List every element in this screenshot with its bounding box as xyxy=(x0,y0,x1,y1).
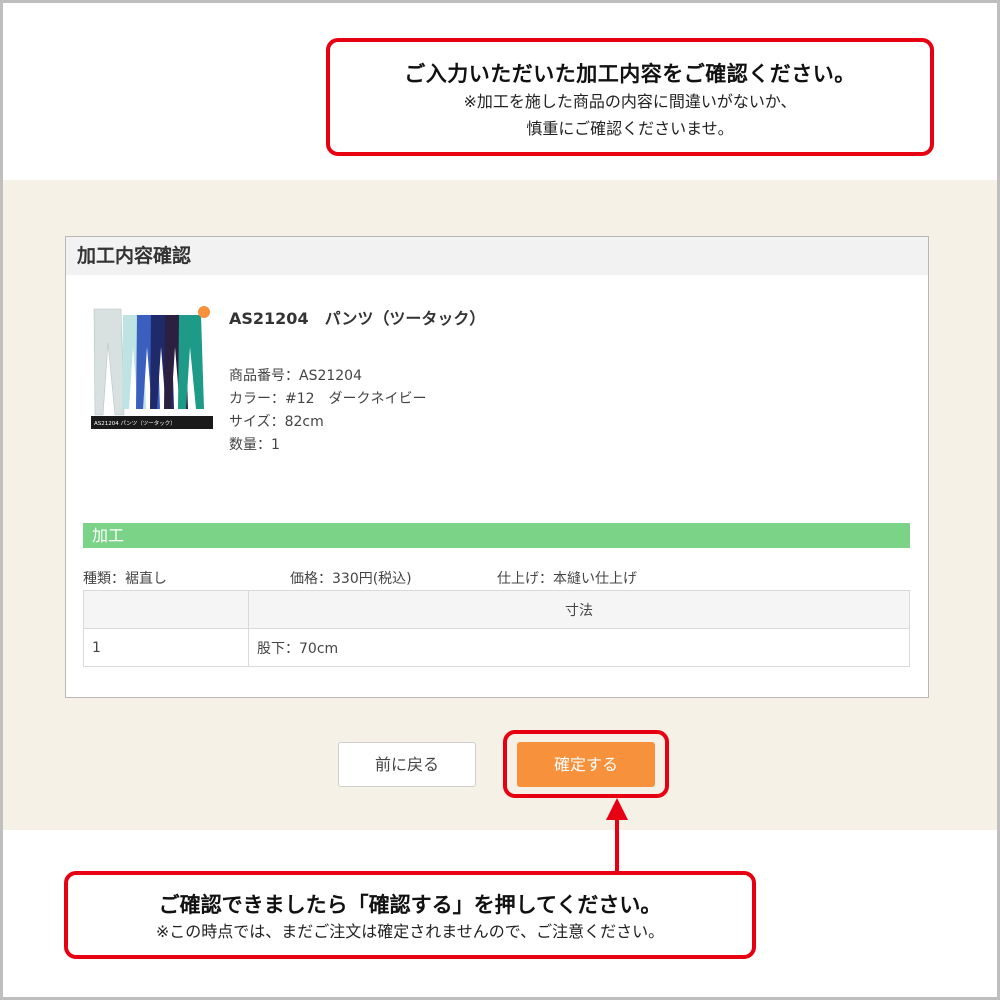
table-header-row: 寸法 xyxy=(83,590,910,629)
callout-bottom-title: ご確認できましたら「確認する」を押してください。 xyxy=(158,893,662,917)
product-image-caption: AS21204 パンツ（ツータック） xyxy=(94,419,176,427)
processing-confirm-panel: 加工内容確認 AS21204 パンツ（ツータック） AS21204 パンツ（ツー… xyxy=(65,236,929,698)
instruction-callout-bottom: ご確認できましたら「確認する」を押してください。 ※この時点では、まだご注文は確… xyxy=(64,871,756,959)
arrow-up-icon xyxy=(606,798,628,820)
product-number: 商品番号：AS21204 xyxy=(229,368,362,384)
product-info: 商品番号：AS21204 カラー：#12 ダークネイビー サイズ：82cm 数量… xyxy=(229,365,427,457)
processing-price: 価格：330円(税込) xyxy=(290,571,412,587)
confirm-button[interactable]: 確定する xyxy=(517,742,655,787)
processing-finish: 仕上げ：本縫い仕上げ xyxy=(497,571,637,587)
table-row: 1 股下：70cm xyxy=(83,628,910,667)
product-thumbnail: AS21204 パンツ（ツータック） xyxy=(91,303,213,429)
back-button[interactable]: 前に戻る xyxy=(338,742,476,787)
product-name: AS21204 パンツ（ツータック） xyxy=(229,309,486,328)
product-size: サイズ：82cm xyxy=(229,414,324,430)
callout-top-line2: 慎重にご確認くださいませ。 xyxy=(526,119,734,138)
table-cell-value: 股下：70cm xyxy=(248,628,910,667)
table-header-dimension: 寸法 xyxy=(248,590,910,629)
product-quantity: 数量：1 xyxy=(229,437,280,453)
table-header-empty xyxy=(83,590,249,629)
processing-type: 種類：裾直し xyxy=(83,571,167,587)
product-color: カラー：#12 ダークネイビー xyxy=(229,391,427,407)
table-cell-no: 1 xyxy=(83,628,249,667)
panel-title: 加工内容確認 xyxy=(66,237,928,275)
callout-top-line1: ※加工を施した商品の内容に間違いがないか、 xyxy=(463,92,797,111)
callout-top-title: ご入力いただいた加工内容をご確認ください。 xyxy=(404,62,856,86)
dimension-table: 寸法 1 股下：70cm xyxy=(83,590,910,667)
processing-section-header: 加工 xyxy=(83,523,910,548)
arrow-shaft xyxy=(615,818,619,874)
callout-bottom-line: ※この時点では、まだご注文は確定されませんので、ご注意ください。 xyxy=(155,922,665,941)
instruction-callout-top: ご入力いただいた加工内容をご確認ください。 ※加工を施した商品の内容に間違いがな… xyxy=(326,38,934,156)
